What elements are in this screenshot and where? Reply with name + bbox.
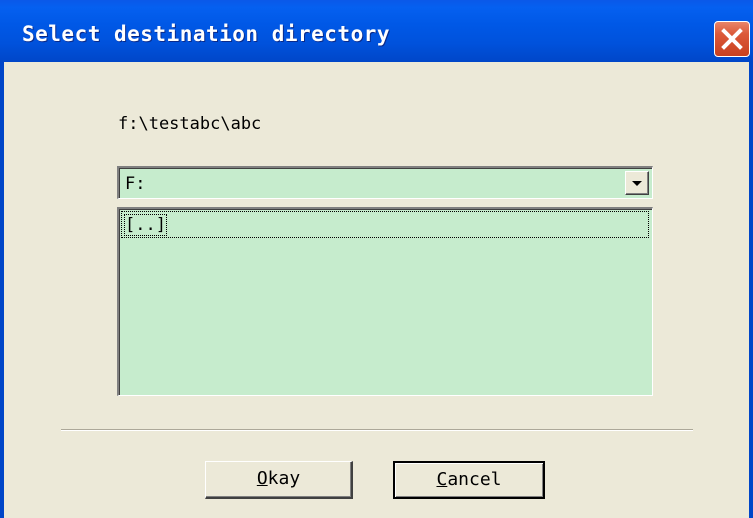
window-border-right xyxy=(749,62,753,518)
chevron-down-icon xyxy=(632,181,642,186)
window-border-left xyxy=(0,62,4,518)
okay-button-label: kay xyxy=(267,468,301,489)
dialog-window: Select destination directory f:\testabc\… xyxy=(0,0,753,518)
okay-button[interactable]: Okay xyxy=(205,461,353,499)
window-title: Select destination directory xyxy=(22,22,391,46)
current-path-label: f:\testabc\abc xyxy=(118,114,262,134)
drive-dropdown-button[interactable] xyxy=(625,171,649,195)
title-bar[interactable]: Select destination directory xyxy=(0,0,753,62)
okay-button-mnemonic: O xyxy=(256,468,268,489)
directory-item-label: [..] xyxy=(124,214,167,236)
close-button[interactable] xyxy=(714,21,750,57)
drive-select[interactable]: F: xyxy=(117,166,653,199)
cancel-button[interactable]: Cancel xyxy=(393,461,545,499)
separator xyxy=(61,429,693,431)
drive-select-value: F: xyxy=(125,174,146,194)
cancel-button-mnemonic: C xyxy=(436,469,448,490)
directory-list[interactable]: [..] xyxy=(117,207,653,396)
cancel-button-label: ancel xyxy=(447,469,502,490)
directory-item-parent[interactable]: [..] xyxy=(121,211,649,238)
close-icon xyxy=(721,28,743,50)
